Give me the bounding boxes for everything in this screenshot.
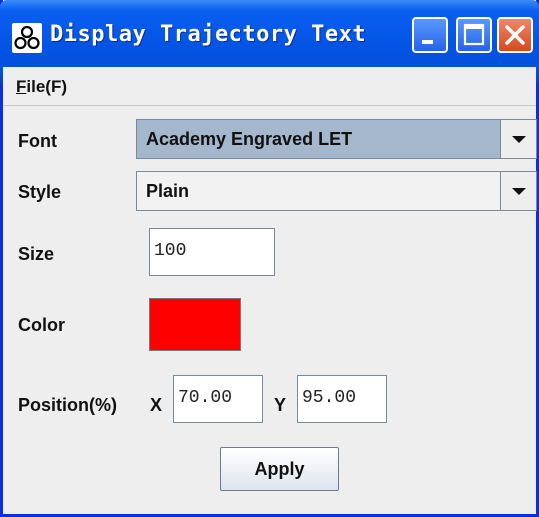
app-window: Display Trajectory Text File(F) Font Aca…	[0, 0, 539, 517]
font-select-arrow[interactable]	[500, 120, 536, 158]
style-label: Style	[18, 182, 62, 202]
chevron-down-icon	[512, 136, 526, 143]
size-input[interactable]: 100	[149, 228, 275, 276]
font-select-value: Academy Engraved LET	[137, 120, 501, 158]
menu-bar: File(F)	[3, 67, 536, 106]
minimize-icon	[422, 40, 433, 44]
maximize-button[interactable]	[456, 17, 492, 53]
color-label: Color	[18, 315, 65, 335]
font-select[interactable]: Academy Engraved LET	[136, 119, 537, 159]
size-label: Size	[18, 244, 55, 264]
apply-button[interactable]: Apply	[220, 447, 339, 491]
position-label: Position(%)	[18, 395, 117, 415]
color-swatch[interactable]	[149, 298, 241, 351]
style-select-value: Plain	[137, 172, 501, 210]
position-y-input[interactable]: 95.00	[297, 375, 387, 423]
close-button[interactable]	[497, 17, 533, 53]
position-x-input[interactable]: 70.00	[173, 375, 263, 423]
minimize-button[interactable]	[412, 17, 448, 53]
trajectory-app-icon	[12, 23, 42, 53]
menu-file-label: ile(F)	[26, 77, 67, 96]
file-mnemonic: F	[16, 77, 27, 96]
position-x-label: X	[150, 395, 163, 415]
chevron-down-icon	[512, 188, 526, 195]
font-label: Font	[18, 131, 57, 151]
window-title: Display Trajectory Text	[50, 22, 367, 47]
position-y-label: Y	[274, 395, 287, 415]
close-icon	[505, 25, 525, 45]
style-select[interactable]: Plain	[136, 171, 537, 211]
maximize-icon	[463, 23, 485, 46]
menu-file[interactable]: File(F)	[16, 77, 67, 97]
style-select-arrow[interactable]	[500, 172, 536, 210]
